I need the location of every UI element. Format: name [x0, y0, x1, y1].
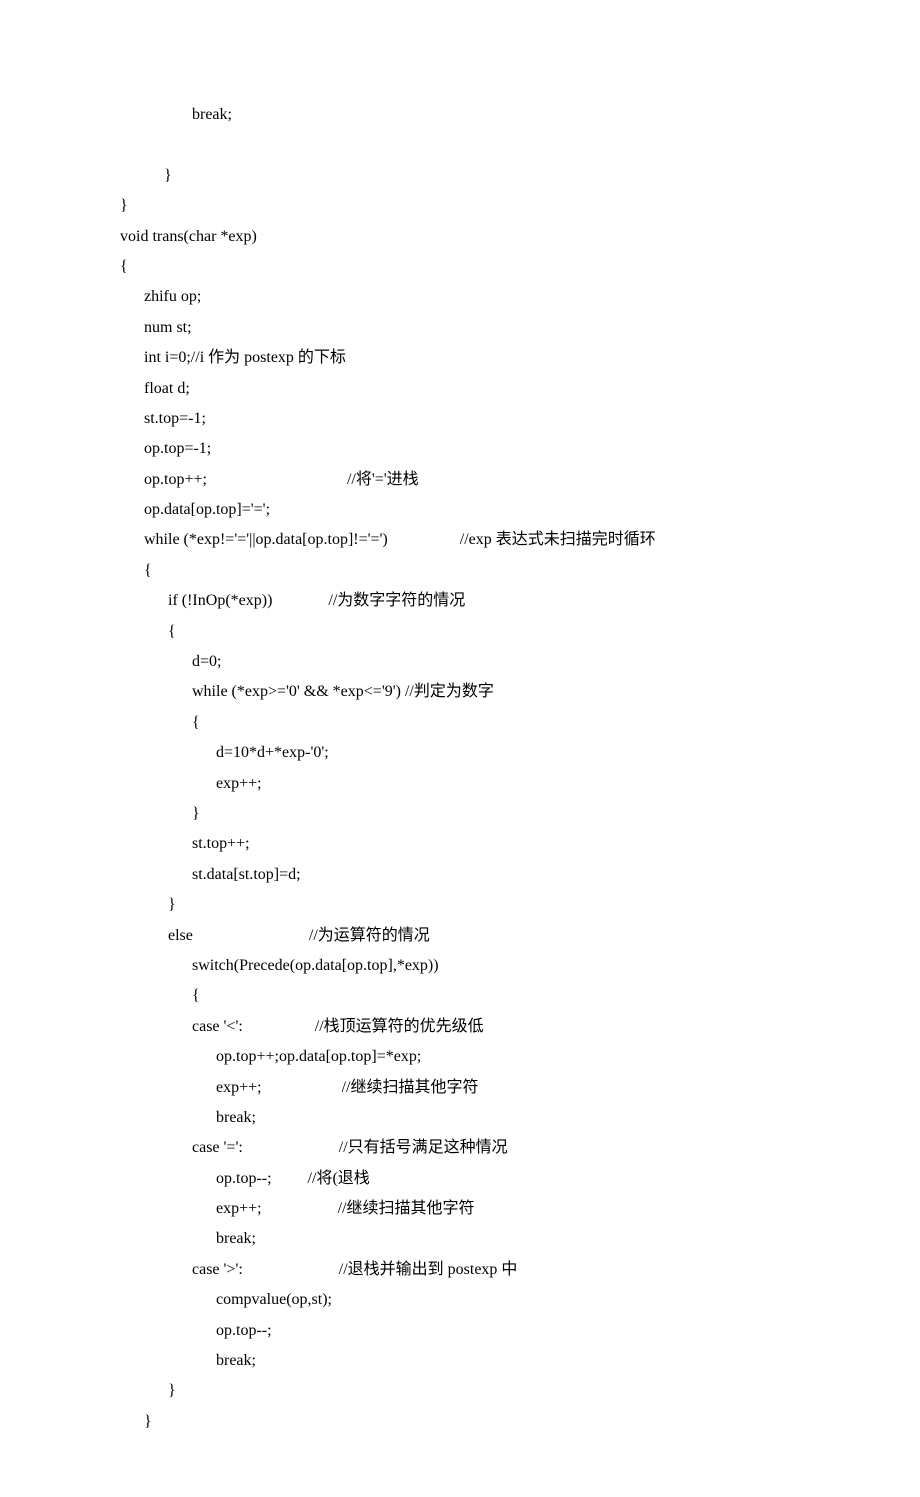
code-line: while (*exp>='0' && *exp<='9') //判定为数字	[120, 677, 810, 707]
code-line: compvalue(op,st);	[120, 1285, 810, 1315]
code-line: st.top++;	[120, 829, 810, 859]
code-line: int i=0;//i 作为 postexp 的下标	[120, 343, 810, 373]
code-line: break;	[120, 1346, 810, 1376]
code-line: case '=': //只有括号满足这种情况	[120, 1133, 810, 1163]
code-line: op.data[op.top]='=';	[120, 495, 810, 525]
code-line: }	[120, 1376, 810, 1406]
code-line: st.top=-1;	[120, 404, 810, 434]
code-line: op.top--;	[120, 1316, 810, 1346]
code-line: {	[120, 981, 810, 1011]
code-line: op.top--; //将(退栈	[120, 1164, 810, 1194]
code-line: void trans(char *exp)	[120, 222, 810, 252]
code-line: {	[120, 556, 810, 586]
code-line: op.top++; //将'='进栈	[120, 465, 810, 495]
code-line: st.data[st.top]=d;	[120, 860, 810, 890]
code-line: }	[120, 191, 810, 221]
code-block: break; }}void trans(char *exp){ zhifu op…	[120, 100, 810, 1437]
code-line: op.top++;op.data[op.top]=*exp;	[120, 1042, 810, 1072]
code-line: exp++;	[120, 769, 810, 799]
code-line	[120, 130, 810, 160]
code-line: {	[120, 252, 810, 282]
code-line: {	[120, 617, 810, 647]
code-line: exp++; //继续扫描其他字符	[120, 1073, 810, 1103]
code-line: break;	[120, 1103, 810, 1133]
code-line: case '<': //栈顶运算符的优先级低	[120, 1012, 810, 1042]
code-line: zhifu op;	[120, 282, 810, 312]
code-line: case '>': //退栈并输出到 postexp 中	[120, 1255, 810, 1285]
code-line: }	[120, 161, 810, 191]
code-line: d=0;	[120, 647, 810, 677]
code-line: switch(Precede(op.data[op.top],*exp))	[120, 951, 810, 981]
code-line: }	[120, 890, 810, 920]
code-line: {	[120, 708, 810, 738]
code-line: if (!InOp(*exp)) //为数字字符的情况	[120, 586, 810, 616]
code-line: d=10*d+*exp-'0';	[120, 738, 810, 768]
code-line: while (*exp!='='||op.data[op.top]!='=') …	[120, 525, 810, 555]
code-line: break;	[120, 1224, 810, 1254]
code-line: }	[120, 1407, 810, 1437]
code-line: float d;	[120, 374, 810, 404]
code-line: exp++; //继续扫描其他字符	[120, 1194, 810, 1224]
code-line: }	[120, 799, 810, 829]
code-line: num st;	[120, 313, 810, 343]
code-line: op.top=-1;	[120, 434, 810, 464]
code-line: else //为运算符的情况	[120, 921, 810, 951]
code-line: break;	[120, 100, 810, 130]
